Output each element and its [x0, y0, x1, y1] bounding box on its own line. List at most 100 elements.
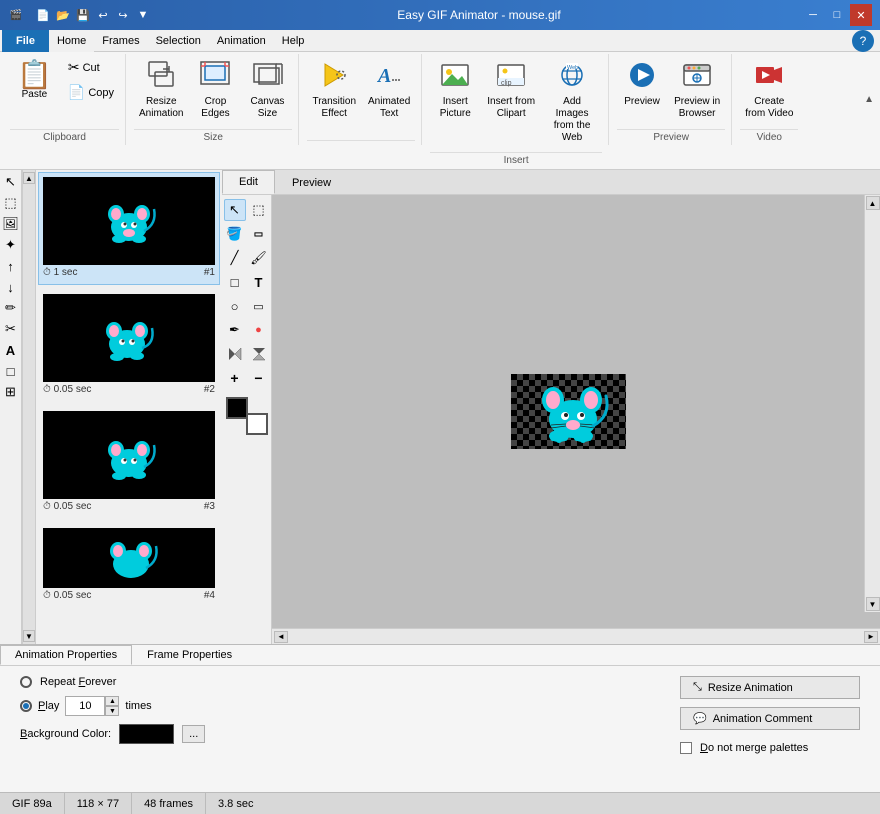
menu-animation[interactable]: Animation: [209, 30, 274, 52]
undo-btn[interactable]: ↩: [94, 6, 112, 24]
menu-bar: File Home Frames Selection Animation Hel…: [0, 30, 880, 52]
play-count-up[interactable]: ▲: [105, 696, 119, 706]
sidebar-tool-grid[interactable]: ⊞: [1, 382, 21, 402]
sidebar-tool-move-down[interactable]: ↓: [1, 277, 21, 297]
frame-thumb-1: [43, 177, 215, 265]
spray-tool[interactable]: ●: [248, 319, 270, 341]
crop-edges-button[interactable]: CropEdges: [190, 56, 240, 124]
animation-comment-btn[interactable]: 💬 Animation Comment: [680, 707, 860, 730]
zoom-out-tool[interactable]: −: [248, 367, 270, 389]
paint-bucket-tool[interactable]: 🪣: [224, 223, 246, 245]
zoom-in-tool[interactable]: +: [224, 367, 246, 389]
bg-color-preview[interactable]: [119, 724, 174, 744]
frame-item-1[interactable]: ⏱ 1 sec #1: [38, 172, 220, 285]
bg-color-swatch[interactable]: [246, 413, 268, 435]
sidebar-tool-cut[interactable]: ✂: [1, 319, 21, 339]
menu-selection[interactable]: Selection: [148, 30, 209, 52]
copy-button[interactable]: 📄 Copy: [63, 81, 119, 104]
resize-animation-props-btn[interactable]: ⤡ Resize Animation: [680, 676, 860, 699]
insert-picture-button[interactable]: InsertPicture: [430, 56, 480, 124]
do-not-merge-checkbox[interactable]: [680, 742, 692, 754]
ribbon-group-preview: Preview Preview inBrowser Preview: [611, 54, 732, 145]
menu-file[interactable]: File: [2, 30, 49, 52]
window-controls: ─ □ ✕: [802, 4, 872, 26]
v-scroll-up[interactable]: ▲: [866, 196, 880, 210]
frame-scroll-up[interactable]: ▲: [23, 172, 35, 184]
window-title: Easy GIF Animator - mouse.gif: [156, 8, 802, 22]
tool-pair-color: ✒ ●: [224, 319, 270, 341]
eraser-tool[interactable]: ▭: [248, 223, 270, 245]
frame-time-3: ⏱ 0.05 sec: [43, 501, 91, 512]
ribbon-group-size: ResizeAnimation CropEdges CanvasSize Siz…: [128, 54, 299, 145]
canvas-main-view: ▲ ▼: [272, 195, 880, 644]
menu-help[interactable]: Help: [274, 30, 313, 52]
new-file-btn[interactable]: 📄: [34, 6, 52, 24]
rectangle-tool[interactable]: □: [224, 271, 246, 293]
open-file-btn[interactable]: 📂: [54, 6, 72, 24]
sidebar-tool-frame[interactable]: 🖼: [1, 214, 21, 234]
canvas-size-button[interactable]: CanvasSize: [242, 56, 292, 124]
repeat-forever-radio[interactable]: [20, 676, 32, 688]
tab-frame-properties[interactable]: Frame Properties: [132, 645, 247, 665]
h-scroll-right[interactable]: ►: [864, 631, 878, 643]
pencil-tool[interactable]: ╱: [224, 247, 246, 269]
flip-horz-tool[interactable]: [224, 343, 246, 365]
effects-label: [307, 140, 415, 145]
tab-animation-properties[interactable]: Animation Properties: [0, 645, 132, 665]
eyedropper-tool[interactable]: ✒: [224, 319, 246, 341]
effects-items: TransitionEffect A AnimatedText: [307, 54, 415, 138]
cut-button[interactable]: ✂ Cut: [63, 56, 119, 79]
menu-frames[interactable]: Frames: [94, 30, 147, 52]
maximize-btn[interactable]: □: [826, 4, 848, 26]
frame-item-4[interactable]: ⏱ 0.05 sec #4: [38, 523, 220, 608]
menu-home[interactable]: Home: [49, 30, 94, 52]
insert-clipart-button[interactable]: clip Insert fromClipart: [482, 56, 540, 124]
h-scroll-left[interactable]: ◄: [274, 631, 288, 643]
help-icon[interactable]: ?: [852, 30, 874, 52]
canvas-view[interactable]: ▲ ▼: [272, 195, 880, 628]
minimize-btn[interactable]: ─: [802, 4, 824, 26]
sidebar-tool-effect[interactable]: ✦: [1, 235, 21, 255]
save-btn[interactable]: 💾: [74, 6, 92, 24]
text-tool[interactable]: T: [248, 271, 270, 293]
sidebar-tool-shape[interactable]: □: [1, 361, 21, 381]
fg-color-swatch[interactable]: [226, 397, 248, 419]
animated-text-button[interactable]: A AnimatedText: [363, 56, 415, 124]
play-count-input[interactable]: [65, 696, 105, 716]
preview-button[interactable]: Preview: [617, 56, 667, 112]
redo-btn[interactable]: ↪: [114, 6, 132, 24]
preview-browser-button[interactable]: Preview inBrowser: [669, 56, 725, 124]
sidebar-tool-select[interactable]: ↖: [1, 172, 21, 192]
play-radio[interactable]: [20, 700, 32, 712]
transition-effect-button[interactable]: TransitionEffect: [307, 56, 361, 124]
bg-color-dots-btn[interactable]: ...: [182, 725, 205, 743]
ellipse-tool[interactable]: ○: [224, 295, 246, 317]
rect-select-tool[interactable]: ⬚: [248, 199, 270, 221]
sidebar-tool-move-up[interactable]: ↑: [1, 256, 21, 276]
paste-button[interactable]: 📋 Paste: [10, 56, 59, 105]
tab-preview[interactable]: Preview: [275, 170, 348, 194]
frame-scroll-down[interactable]: ▼: [23, 630, 35, 642]
flip-vert-tool[interactable]: [248, 343, 270, 365]
brush-tool[interactable]: 🖌: [248, 247, 270, 269]
close-btn[interactable]: ✕: [850, 4, 872, 26]
sidebar-tool-lasso[interactable]: ⬚: [1, 193, 21, 213]
ribbon-collapse[interactable]: ▲: [864, 54, 876, 145]
frame-item-3[interactable]: ⏱ 0.05 sec #3: [38, 406, 220, 519]
tab-edit[interactable]: Edit: [222, 170, 275, 194]
clipboard-items: 📋 Paste ✂ Cut 📄 Copy: [10, 54, 119, 127]
sidebar-tool-draw[interactable]: ✏: [1, 298, 21, 318]
play-count-down[interactable]: ▼: [105, 706, 119, 716]
title-bar-left: 🎬 📄 📂 💾 ↩ ↪ ▼: [8, 6, 156, 24]
animated-text-label: AnimatedText: [368, 96, 410, 120]
sidebar-tool-text[interactable]: A: [1, 340, 21, 360]
animated-text-icon: A: [374, 60, 404, 94]
rounded-rect-tool[interactable]: ▭: [248, 295, 270, 317]
quick-access-arrow[interactable]: ▼: [134, 6, 152, 24]
resize-animation-button[interactable]: ResizeAnimation: [134, 56, 188, 124]
frame-item-2[interactable]: ⏱ 0.05 sec #2: [38, 289, 220, 402]
create-from-video-button[interactable]: Createfrom Video: [740, 56, 798, 124]
arrow-select-tool[interactable]: ↖: [224, 199, 246, 221]
v-scroll-down[interactable]: ▼: [866, 597, 880, 611]
add-images-web-button[interactable]: Web Add Imagesfrom the Web: [542, 56, 602, 148]
